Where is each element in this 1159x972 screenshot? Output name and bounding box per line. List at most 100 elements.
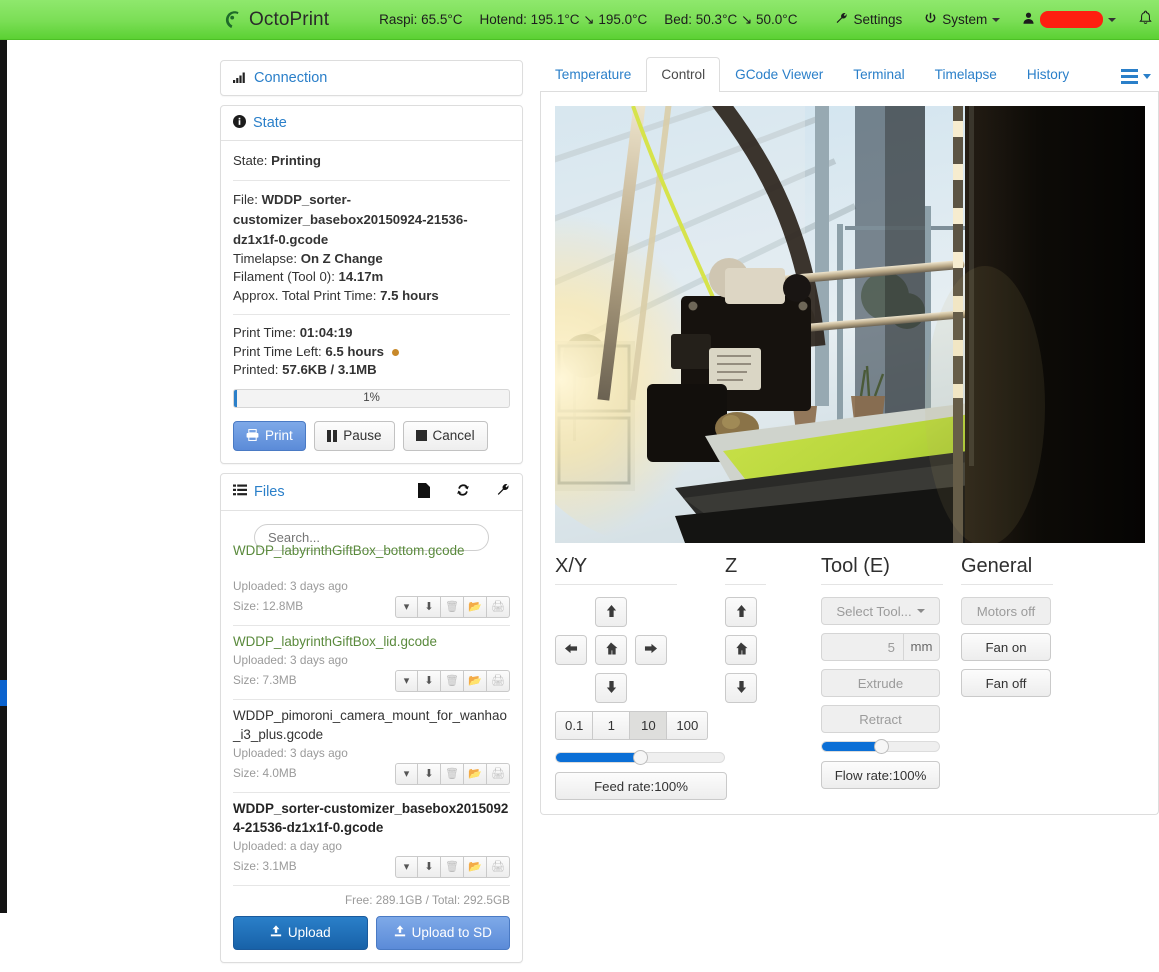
pause-icon [326,429,338,442]
step-size-1[interactable]: 1 [593,711,631,740]
select-tool-dropdown[interactable]: Select Tool... [821,597,940,625]
download-icon[interactable]: ⬇ [418,669,441,692]
cancel-button[interactable]: Cancel [402,420,488,451]
tab-temperature[interactable]: Temperature [540,57,646,92]
step-size-0.1[interactable]: 0.1 [555,711,594,740]
arrow-up-icon [735,604,748,621]
flow-rate-slider[interactable] [821,739,940,754]
feed-rate-button[interactable]: Feed rate:100% [555,772,727,800]
tab-terminal[interactable]: Terminal [838,57,919,92]
raspi-temp: Raspi: 65.5°C [379,11,463,27]
step-size-group: 0.1 1 10 100 [555,711,725,740]
upload-sd-button-label: Upload to SD [411,924,492,940]
fan-off-button[interactable]: Fan off [961,669,1051,697]
file-list-item[interactable]: WDDP_labyrinthGiftBox_lid.gcode Uploaded:… [233,624,510,699]
user-menu[interactable] [1022,11,1117,28]
hamburger-menu-icon [1121,69,1138,84]
notifications-button[interactable] [1138,10,1153,29]
feed-rate-slider-knob[interactable] [633,750,648,765]
brand[interactable]: OctoPrint [225,9,329,31]
print-icon[interactable]: 🖨 [487,669,510,692]
tab-gcode-viewer[interactable]: GCode Viewer [720,57,838,92]
folder-open-icon[interactable]: 📂 [464,669,487,692]
tab-control[interactable]: Control [646,57,721,92]
tab-history[interactable]: History [1012,57,1084,92]
chevron-down-icon[interactable]: ▾ [395,762,418,785]
print-icon[interactable]: 🖨 [487,595,510,618]
chevron-down-icon[interactable]: ▾ [395,855,418,878]
chevron-down-icon[interactable]: ▾ [395,669,418,692]
flow-rate-button[interactable]: Flow rate:100% [821,761,940,789]
print-button[interactable]: Print [233,420,306,451]
timelapse-value: On Z Change [300,250,383,266]
jog-y-plus-button[interactable] [595,597,627,627]
home-z-button[interactable] [725,635,757,665]
jog-x-plus-button[interactable] [635,635,667,665]
trash-icon[interactable]: 🗑 [441,762,464,785]
arrow-right-icon [644,642,658,658]
trash-icon[interactable]: 🗑 [441,595,464,618]
file-action-buttons: ▾ ⬇ 🗑 📂 🖨 [395,762,510,785]
flow-rate-slider-knob[interactable] [873,739,889,754]
feed-rate-slider[interactable] [555,750,725,765]
step-size-10[interactable]: 10 [630,711,668,740]
download-icon[interactable]: ⬇ [418,595,441,618]
tab-timelapse[interactable]: Timelapse [920,57,1012,92]
file-name[interactable]: WDDP_labyrinthGiftBox_bottom.gcode [233,545,510,560]
wrench-icon[interactable] [496,483,510,500]
total-time-value: 7.5 hours [380,287,439,303]
folder-open-icon[interactable]: 📂 [464,855,487,878]
jog-z-plus-button[interactable] [725,597,757,627]
download-icon[interactable]: ⬇ [418,855,441,878]
file-list-item[interactable]: WDDP_sorter-customizer_basebox20150924-2… [233,791,510,885]
webcam-stream[interactable] [555,106,1145,543]
upload-to-sd-button[interactable]: Upload to SD [375,915,510,950]
motors-off-button[interactable]: Motors off [961,597,1051,625]
folder-open-icon[interactable]: 📂 [464,762,487,785]
pause-button[interactable]: Pause [313,420,395,451]
tabs-overflow-menu[interactable] [1113,69,1159,91]
signal-bars-icon [233,71,247,86]
upload-button[interactable]: Upload [233,915,368,950]
settings-button[interactable]: Settings [835,12,902,28]
tab-bar: Temperature Control GCode Viewer Terminal Ti… [540,55,1159,92]
z-heading: Z [725,555,738,577]
main-content: Temperature Control GCode Viewer Terminal Ti… [540,55,1159,815]
time-left-value: 6.5 hours [325,343,384,359]
upload-icon [394,924,406,941]
file-list-item[interactable]: WDDP_labyrinthGiftBox_bottom.gcode [233,545,510,577]
info-circle-icon [233,115,246,131]
extrude-amount-value: 5 [887,639,895,655]
refresh-icon[interactable] [456,483,470,500]
fan-on-button[interactable]: Fan on [961,633,1051,661]
flow-rate-slider-fill [822,742,881,751]
trash-icon[interactable]: 🗑 [441,855,464,878]
state-row-time-left: Print Time Left: 6.5 hours [233,343,510,362]
file-icon[interactable] [418,482,430,501]
trash-icon[interactable]: 🗑 [441,669,464,692]
step-size-100[interactable]: 100 [667,711,709,740]
file-list-item[interactable]: WDDP_pimoroni_camera_mount_for_wanhao_i3… [233,698,510,792]
state-panel-header[interactable]: State [221,106,522,140]
download-icon[interactable]: ⬇ [418,762,441,785]
jog-x-minus-button[interactable] [555,635,587,665]
chevron-down-icon[interactable]: ▾ [395,595,418,618]
file-name[interactable]: WDDP_labyrinthGiftBox_lid.gcode [233,632,510,651]
home-xy-button[interactable] [595,635,627,665]
connection-panel-header[interactable]: Connection [221,61,522,95]
time-left-label: Print Time Left: [233,343,322,359]
system-menu[interactable]: System [924,12,1001,28]
print-progress-bar: 1% [233,388,510,408]
extrude-button[interactable]: Extrude [821,669,940,697]
state-value: Printing [271,153,321,168]
print-icon[interactable]: 🖨 [487,762,510,785]
file-name[interactable]: WDDP_pimoroni_camera_mount_for_wanhao_i3… [233,706,510,744]
print-icon[interactable]: 🖨 [487,855,510,878]
jog-z-minus-button[interactable] [725,673,757,703]
retract-button[interactable]: Retract [821,705,940,733]
extrude-amount-field[interactable]: 5 mm [821,633,940,661]
file-name[interactable]: WDDP_sorter-customizer_basebox20150924-2… [233,799,510,837]
folder-open-icon[interactable]: 📂 [464,595,487,618]
hotend-temp: Hotend: 195.1°C ↘ 195.0°C [479,11,648,27]
jog-y-minus-button[interactable] [595,673,627,703]
